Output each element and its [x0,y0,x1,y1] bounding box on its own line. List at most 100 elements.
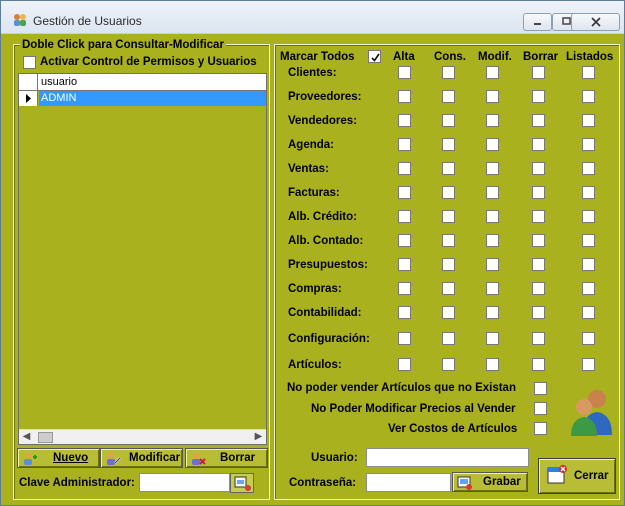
save-button[interactable]: Grabar [452,472,528,492]
articulos-cons-checkbox[interactable] [442,358,455,371]
compras-alta-checkbox[interactable] [398,282,411,295]
configuracion-cons-checkbox[interactable] [442,332,455,345]
row-label-presupuestos: Presupuestos: [288,259,368,271]
alb-contado-borrar-checkbox[interactable] [532,234,545,247]
alb-credito-alta-checkbox[interactable] [398,210,411,223]
configuracion-borrar-checkbox[interactable] [532,332,545,345]
compras-listados-checkbox[interactable] [582,282,595,295]
admin-key-button[interactable] [230,473,254,493]
grid-row-admin[interactable]: ADMIN [19,91,266,106]
ventas-cons-checkbox[interactable] [442,162,455,175]
compras-modif-checkbox[interactable] [486,282,499,295]
clientes-alta-checkbox[interactable] [398,66,411,79]
presupuestos-alta-checkbox[interactable] [398,258,411,271]
vendedores-cons-checkbox[interactable] [442,114,455,127]
users-illustration-icon [571,390,612,436]
admin-key-input[interactable] [139,473,230,492]
articulos-listados-checkbox[interactable] [582,358,595,371]
ventas-borrar-checkbox[interactable] [532,162,545,175]
minimize-button[interactable] [523,13,552,31]
articulos-alta-checkbox[interactable] [398,358,411,371]
vendedores-modif-checkbox[interactable] [486,114,499,127]
agenda-listados-checkbox[interactable] [582,138,595,151]
contabilidad-listados-checkbox[interactable] [582,306,595,319]
proveedores-alta-checkbox[interactable] [398,90,411,103]
delete-user-icon [192,453,206,465]
alb-contado-alta-checkbox[interactable] [398,234,411,247]
horizontal-scrollbar[interactable]: ◀ ▶ [19,429,266,444]
scroll-thumb[interactable] [38,432,53,443]
proveedores-listados-checkbox[interactable] [582,90,595,103]
facturas-borrar-checkbox[interactable] [532,186,545,199]
facturas-alta-checkbox[interactable] [398,186,411,199]
alb-contado-listados-checkbox[interactable] [582,234,595,247]
cannot-modify-prices-checkbox[interactable] [534,402,547,415]
presupuestos-listados-checkbox[interactable] [582,258,595,271]
facturas-listados-checkbox[interactable] [582,186,595,199]
vendedores-borrar-checkbox[interactable] [532,114,545,127]
contabilidad-modif-checkbox[interactable] [486,306,499,319]
proveedores-cons-checkbox[interactable] [442,90,455,103]
grid-cell-user[interactable]: ADMIN [39,91,266,106]
contabilidad-borrar-checkbox[interactable] [532,306,545,319]
agenda-modif-checkbox[interactable] [486,138,499,151]
modify-user-button[interactable]: Modificar [100,448,183,468]
user-label: Usuario: [311,452,358,464]
alb-contado-cons-checkbox[interactable] [442,234,455,247]
contabilidad-alta-checkbox[interactable] [398,306,411,319]
new-user-button[interactable]: Nuevo [17,448,100,468]
close-window-button[interactable] [571,13,620,31]
view-item-costs-checkbox[interactable] [534,422,547,435]
configuracion-modif-checkbox[interactable] [486,332,499,345]
users-grid[interactable]: usuario ADMIN ◀ ▶ [18,73,267,445]
contabilidad-cons-checkbox[interactable] [442,306,455,319]
presupuestos-modif-checkbox[interactable] [486,258,499,271]
row-label-vendedores: Vendedores: [288,115,358,127]
scroll-left-button[interactable]: ◀ [19,430,34,445]
facturas-cons-checkbox[interactable] [442,186,455,199]
proveedores-borrar-checkbox[interactable] [532,90,545,103]
alb-credito-cons-checkbox[interactable] [442,210,455,223]
vendedores-listados-checkbox[interactable] [582,114,595,127]
password-input[interactable] [366,473,451,492]
user-input[interactable] [366,448,529,467]
clientes-modif-checkbox[interactable] [486,66,499,79]
articulos-borrar-checkbox[interactable] [532,358,545,371]
alb-credito-listados-checkbox[interactable] [582,210,595,223]
scroll-right-button[interactable]: ▶ [251,430,266,445]
delete-user-button[interactable]: Borrar [185,448,268,468]
proveedores-modif-checkbox[interactable] [486,90,499,103]
enable-permissions-checkbox[interactable] [23,56,36,69]
cannot-sell-missing-checkbox[interactable] [534,382,547,395]
configuracion-alta-checkbox[interactable] [398,332,411,345]
facturas-modif-checkbox[interactable] [486,186,499,199]
row-label-alb-contado: Alb. Contado: [288,235,364,247]
column-borrar-label: Borrar [523,51,559,63]
clientes-listados-checkbox[interactable] [582,66,595,79]
close-dialog-button[interactable]: Cerrar [538,458,616,494]
presupuestos-cons-checkbox[interactable] [442,258,455,271]
agenda-cons-checkbox[interactable] [442,138,455,151]
ventas-listados-checkbox[interactable] [582,162,595,175]
agenda-borrar-checkbox[interactable] [532,138,545,151]
compras-borrar-checkbox[interactable] [532,282,545,295]
ventas-alta-checkbox[interactable] [398,162,411,175]
configuracion-listados-checkbox[interactable] [582,332,595,345]
mark-all-checkbox[interactable] [368,50,381,63]
vendedores-alta-checkbox[interactable] [398,114,411,127]
alb-contado-modif-checkbox[interactable] [486,234,499,247]
compras-cons-checkbox[interactable] [442,282,455,295]
agenda-alta-checkbox[interactable] [398,138,411,151]
alb-credito-modif-checkbox[interactable] [486,210,499,223]
ventas-modif-checkbox[interactable] [486,162,499,175]
clientes-borrar-checkbox[interactable] [532,66,545,79]
cannot-sell-missing-label: No poder vender Artículos que no Existan [287,382,516,394]
grid-column-usuario[interactable]: usuario [41,76,77,88]
column-listados-label: Listados [566,51,614,63]
alb-credito-borrar-checkbox[interactable] [532,210,545,223]
presupuestos-borrar-checkbox[interactable] [532,258,545,271]
row-label-compras: Compras: [288,283,342,295]
delete-user-label: Borrar [220,452,256,464]
articulos-modif-checkbox[interactable] [486,358,499,371]
clientes-cons-checkbox[interactable] [442,66,455,79]
